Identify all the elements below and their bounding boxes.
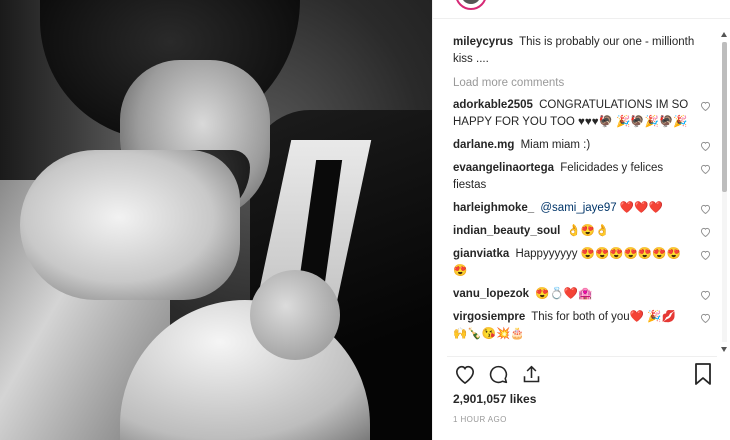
comment-like-heart-icon[interactable]: [700, 101, 711, 111]
comment-like-heart-icon[interactable]: [700, 313, 711, 323]
comment-username[interactable]: darlane.mg: [453, 139, 514, 151]
comment-text: Miam miam :): [520, 139, 591, 151]
comment-username[interactable]: evaangelinaortega: [453, 162, 554, 174]
comment-username[interactable]: indian_beauty_soul: [453, 225, 560, 237]
post-actions-bar: [453, 362, 715, 388]
scroll-up-arrow-icon[interactable]: [721, 32, 727, 37]
comment-like-heart-icon[interactable]: [700, 164, 711, 174]
post-photo: [0, 0, 432, 440]
comment-like-heart-icon[interactable]: [700, 290, 711, 300]
heart-icon[interactable]: [453, 362, 477, 386]
share-icon[interactable]: [519, 362, 543, 386]
comment-item: harleighmoke_ @sami_jaye97 ❤️❤️❤️: [453, 200, 715, 217]
actions-divider: [447, 356, 717, 357]
comment-text: 😍💍❤️🏩: [535, 288, 593, 300]
scroll-down-arrow-icon[interactable]: [721, 347, 727, 352]
post-timestamp: 1 HOUR AGO: [453, 415, 507, 424]
comment-item: darlane.mg Miam miam :): [453, 137, 715, 154]
comment-username[interactable]: adorkable2505: [453, 99, 533, 111]
comment-item: vanu_lopezok 😍💍❤️🏩: [453, 286, 715, 303]
comment-like-heart-icon[interactable]: [700, 204, 711, 214]
avatar[interactable]: [455, 0, 487, 10]
comment-like-heart-icon[interactable]: [700, 227, 711, 237]
load-more-comments-button[interactable]: Load more comments: [453, 75, 715, 91]
comment-username[interactable]: harleighmoke_: [453, 202, 534, 214]
comment-text: ❤️❤️❤️: [619, 202, 663, 214]
comment-username[interactable]: gianviatka: [453, 248, 509, 260]
likes-count[interactable]: 2,901,057 likes: [453, 392, 536, 406]
comment-item: gianviatka Happyyyyyy 😍😍😍😍😍😍😍😍: [453, 246, 715, 280]
comments-scrollbar[interactable]: [721, 32, 728, 352]
comment-text: 👌😍👌: [566, 225, 610, 237]
comment-item: adorkable2505 CONGRATULATIONS IM SO HAPP…: [453, 97, 715, 131]
header-divider: [433, 18, 730, 19]
comment-like-heart-icon[interactable]: [700, 250, 711, 260]
comment-item: indian_beauty_soul 👌😍👌: [453, 223, 715, 240]
post-caption: mileycyrus This is probably our one - mi…: [453, 34, 715, 68]
caption-username[interactable]: mileycyrus: [453, 36, 513, 48]
scroll-thumb[interactable]: [722, 42, 727, 192]
comments-list[interactable]: mileycyrus This is probably our one - mi…: [453, 34, 715, 352]
photo-woman-face: [20, 150, 240, 300]
comment-icon[interactable]: [486, 362, 510, 386]
photo-hand: [250, 270, 340, 360]
bookmark-icon[interactable]: [691, 362, 715, 386]
comment-item: evaangelinaortega Felicidades y felices …: [453, 160, 715, 194]
comment-username[interactable]: vanu_lopezok: [453, 288, 529, 300]
comment-username[interactable]: virgosiempre: [453, 311, 525, 323]
comment-item: virgosiempre This for both of you❤️ 🎉💋🙌🍾…: [453, 309, 715, 343]
comment-like-heart-icon[interactable]: [700, 141, 711, 151]
comment-mention-link[interactable]: @sami_jaye97: [540, 202, 616, 214]
post-side-panel: mileycyrus This is probably our one - mi…: [432, 0, 730, 440]
